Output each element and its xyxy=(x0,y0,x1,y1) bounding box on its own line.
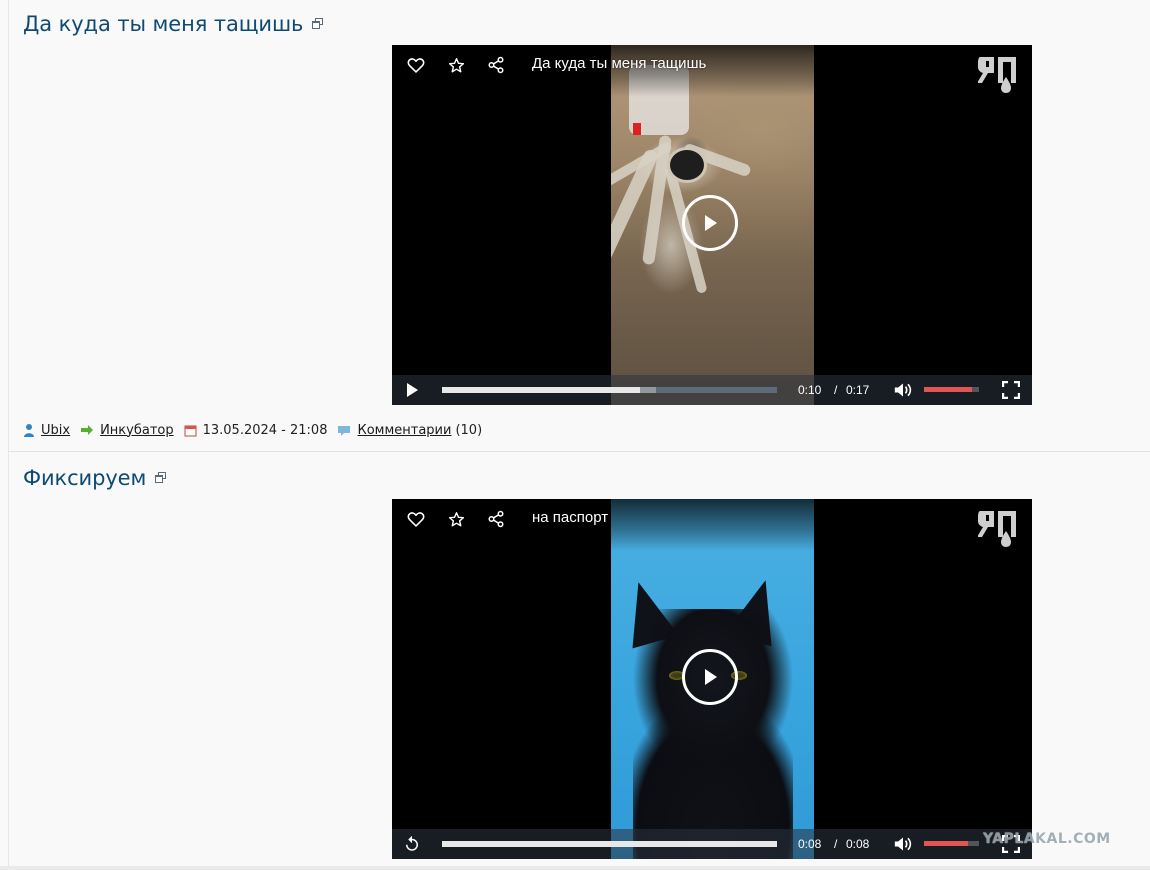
site-watermark: YAPLAKAL.COM xyxy=(983,831,1111,847)
arrow-right-icon xyxy=(81,425,94,435)
author-link[interactable]: Ubix xyxy=(41,423,70,438)
replay-button[interactable] xyxy=(400,833,424,855)
replay-icon xyxy=(406,835,418,851)
progress-played xyxy=(442,387,640,393)
heart-icon xyxy=(407,58,425,73)
play-icon xyxy=(407,383,418,397)
comments-link[interactable]: Комментарии xyxy=(357,423,451,438)
video-player[interactable]: на паспорт 0:08 / 0:08 xyxy=(392,499,1032,859)
post: Да куда ты меня тащишь Да куда ты меня т… xyxy=(9,0,1150,452)
post-title-text: Да куда ты меня тащишь xyxy=(23,12,304,36)
comments-count: (10) xyxy=(455,422,483,438)
user-icon xyxy=(24,424,34,437)
big-play-button[interactable] xyxy=(682,195,738,251)
control-bar: 0:08 / 0:08 xyxy=(392,829,1032,859)
player-top-bar: Да куда ты меня тащишь xyxy=(392,45,1032,93)
open-new-window-icon[interactable] xyxy=(312,18,324,29)
heart-icon xyxy=(407,512,425,527)
post-meta: Ubix Инкубатор 13.05.2024 - 21:08 Коммен… xyxy=(23,420,492,440)
favorite-button[interactable] xyxy=(445,54,467,76)
time-total: 0:08 xyxy=(846,837,870,851)
volume-icon xyxy=(894,383,912,397)
progress-bar[interactable] xyxy=(442,387,777,393)
volume-slider[interactable] xyxy=(924,387,979,392)
volume-slider[interactable] xyxy=(924,841,979,846)
section-link[interactable]: Инкубатор xyxy=(100,423,174,438)
comment-icon xyxy=(338,425,351,436)
post-title-text: Фиксируем xyxy=(23,466,147,490)
mute-button[interactable] xyxy=(892,379,914,401)
yap-logo-icon xyxy=(978,57,1016,93)
open-new-window-icon[interactable] xyxy=(155,472,167,483)
post-datetime: 13.05.2024 - 21:08 xyxy=(202,422,328,438)
progress-bar[interactable] xyxy=(442,841,777,847)
share-button[interactable] xyxy=(485,54,507,76)
control-bar: 0:10 / 0:17 xyxy=(392,375,1032,405)
time-current: 0:10 xyxy=(798,383,822,397)
video-title: Да куда ты меня тащишь xyxy=(532,55,707,72)
play-icon xyxy=(705,215,717,231)
mute-button[interactable] xyxy=(892,833,914,855)
time-total: 0:17 xyxy=(846,383,870,397)
yap-logo-icon xyxy=(978,511,1016,547)
calendar-icon xyxy=(184,425,197,436)
like-button[interactable] xyxy=(405,54,427,76)
video-player[interactable]: Да куда ты меня тащишь 0:10 / 0:17 xyxy=(392,45,1032,405)
share-button[interactable] xyxy=(485,508,507,530)
star-icon xyxy=(448,57,464,72)
volume-level xyxy=(924,841,968,846)
fullscreen-icon xyxy=(1002,381,1020,399)
play-icon xyxy=(705,669,717,685)
progress-played xyxy=(442,841,777,847)
play-button[interactable] xyxy=(400,379,424,401)
star-icon xyxy=(448,511,464,526)
post-title-link[interactable]: Фиксируем xyxy=(23,466,167,490)
share-icon xyxy=(488,56,504,74)
video-title: на паспорт xyxy=(532,509,609,526)
favorite-button[interactable] xyxy=(445,508,467,530)
share-icon xyxy=(488,510,504,528)
post: Фиксируем на паспорт 0:08 / 0:08 xyxy=(9,452,1150,866)
post-title-link[interactable]: Да куда ты меня тащишь xyxy=(23,12,324,36)
fullscreen-button[interactable] xyxy=(999,379,1023,401)
time-current: 0:08 xyxy=(798,837,822,851)
volume-level xyxy=(924,387,973,392)
page-content: Да куда ты меня тащишь Да куда ты меня т… xyxy=(8,0,1150,866)
time-separator: / xyxy=(834,837,838,851)
player-top-bar: на паспорт xyxy=(392,499,1032,547)
like-button[interactable] xyxy=(405,508,427,530)
time-separator: / xyxy=(834,383,838,397)
page-bottom-border xyxy=(0,866,1150,870)
big-play-button[interactable] xyxy=(682,649,738,705)
volume-icon xyxy=(894,837,912,851)
